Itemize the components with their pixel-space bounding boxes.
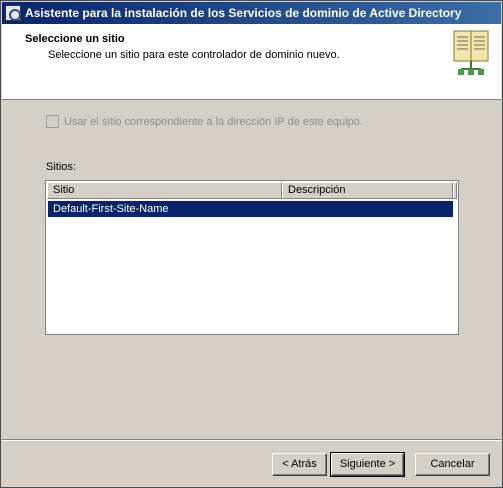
sites-label: Sitios: bbox=[46, 161, 76, 173]
title-bar[interactable]: Asistente para la instalación de los Ser… bbox=[2, 2, 501, 24]
column-header-site[interactable]: Sitio bbox=[47, 182, 282, 199]
app-icon bbox=[5, 5, 21, 21]
page-title: Seleccione un sitio bbox=[25, 33, 125, 45]
use-ip-site-option: Usar el sitio correspondiente a la direc… bbox=[46, 115, 363, 128]
window-title: Asistente para la instalación de los Ser… bbox=[25, 6, 462, 20]
back-button[interactable]: < Atrás bbox=[272, 453, 327, 476]
wizard-window: Asistente para la instalación de los Ser… bbox=[0, 0, 503, 488]
site-name: Default-First-Site-Name bbox=[53, 203, 169, 215]
wizard-header: Seleccione un sitio Seleccione un sitio … bbox=[2, 24, 501, 100]
use-ip-site-checkbox bbox=[46, 115, 59, 128]
column-header-description[interactable]: Descripción bbox=[282, 182, 453, 199]
book-icon bbox=[453, 30, 489, 75]
use-ip-site-label: Usar el sitio correspondiente a la direc… bbox=[64, 115, 363, 128]
footer-separator bbox=[2, 439, 501, 441]
sites-list[interactable]: Sitio Descripción Default-First-Site-Nam… bbox=[45, 180, 459, 335]
cancel-button[interactable]: Cancelar bbox=[415, 453, 490, 476]
list-item[interactable]: Default-First-Site-Name bbox=[47, 200, 454, 218]
page-subtitle: Seleccione un sitio para este controlado… bbox=[48, 49, 340, 61]
column-header-filler bbox=[453, 182, 457, 199]
sites-list-header: Sitio Descripción bbox=[47, 182, 457, 199]
next-button[interactable]: Siguiente > bbox=[330, 452, 405, 477]
